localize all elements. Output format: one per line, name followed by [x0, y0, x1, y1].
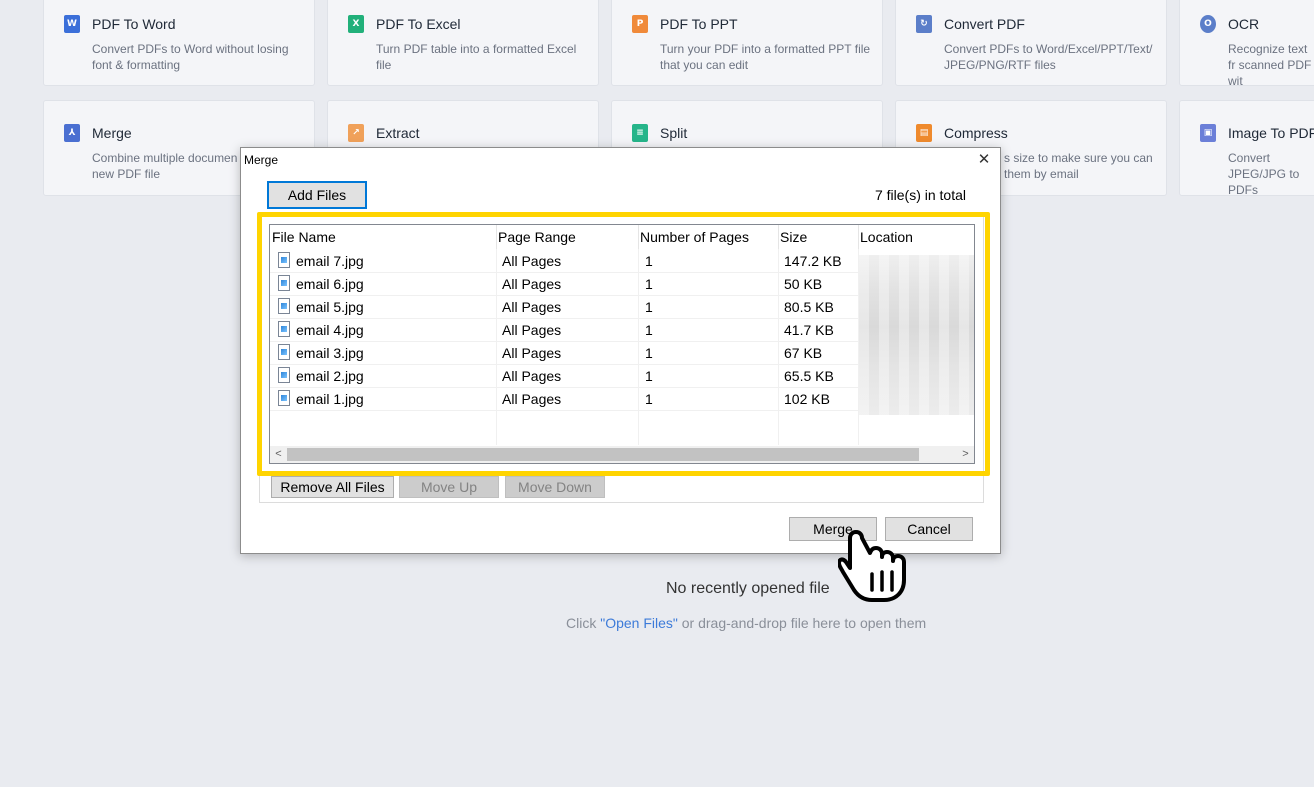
- ppt-icon: P: [632, 15, 648, 33]
- tool-card-ocr[interactable]: O OCR Recognize text fr scanned PDF wit: [1179, 0, 1314, 88]
- tool-title: PDF To Word: [92, 16, 176, 32]
- tool-desc: Turn PDF table into a formatted Excel fi…: [376, 42, 577, 72]
- image-to-pdf-icon: ▣: [1200, 124, 1216, 142]
- highlight-frame: [257, 212, 990, 476]
- word-icon: W: [64, 15, 80, 33]
- merge-icon: ⅄: [64, 124, 80, 142]
- file-count: 7 file(s) in total: [874, 187, 966, 203]
- extract-icon: ↗: [348, 124, 364, 142]
- tool-desc: Turn your PDF into a formatted PPT file …: [660, 42, 871, 72]
- ocr-icon: O: [1200, 15, 1216, 33]
- move-up-button[interactable]: Move Up: [399, 476, 499, 498]
- tool-desc: Combine multiple documen new PDF file: [92, 151, 238, 181]
- tool-title: Extract: [376, 125, 420, 141]
- convert-icon: ↻: [916, 15, 932, 33]
- tool-title: Compress: [944, 125, 1008, 141]
- move-down-button[interactable]: Move Down: [505, 476, 605, 498]
- compress-icon: ▤: [916, 124, 932, 142]
- dialog-title: Merge: [244, 153, 279, 167]
- tool-card-pdf-to-word[interactable]: W PDF To Word Convert PDFs to Word witho…: [43, 0, 315, 86]
- tool-title: Convert PDF: [944, 16, 1025, 32]
- tool-desc: Convert PDFs to Word without losing font…: [92, 42, 289, 72]
- merge-dialog: Merge ✕ Add Files 7 file(s) in total Fil…: [240, 147, 1001, 554]
- excel-icon: X: [348, 15, 364, 33]
- empty-state-hint: Click "Open Files" or drag-and-drop file…: [566, 615, 926, 631]
- empty-state-title: No recently opened file: [666, 580, 830, 597]
- tool-title: PDF To PPT: [660, 16, 738, 32]
- hint-prefix: Click: [566, 615, 601, 631]
- hand-cursor-icon: [838, 530, 906, 602]
- tool-card-convert-pdf[interactable]: ↻ Convert PDF Convert PDFs to Word/Excel…: [895, 0, 1167, 86]
- split-icon: ≡: [632, 124, 648, 142]
- tool-desc: Recognize text fr scanned PDF wit: [1228, 42, 1312, 88]
- tool-card-pdf-to-excel[interactable]: X PDF To Excel Turn PDF table into a for…: [327, 0, 599, 86]
- tool-title: Image To PDF: [1228, 125, 1314, 141]
- remove-all-files-button[interactable]: Remove All Files: [271, 476, 394, 498]
- tool-title: OCR: [1228, 16, 1260, 32]
- close-icon[interactable]: ✕: [976, 152, 992, 168]
- hint-suffix: or drag-and-drop file here to open them: [677, 615, 927, 631]
- tool-title: PDF To Excel: [376, 16, 461, 32]
- open-files-link[interactable]: "Open Files": [600, 615, 678, 631]
- tool-card-image-to-pdf[interactable]: ▣ Image To PDF Convert JPEG/JPG to PDFs: [1179, 100, 1314, 197]
- tool-desc: s size to make sure you can them by emai…: [1004, 151, 1153, 181]
- add-files-button[interactable]: Add Files: [267, 181, 367, 209]
- tool-card-pdf-to-ppt[interactable]: P PDF To PPT Turn your PDF into a format…: [611, 0, 883, 86]
- tool-title: Merge: [92, 125, 132, 141]
- tool-desc: Convert JPEG/JPG to PDFs: [1228, 151, 1300, 197]
- tool-title: Split: [660, 125, 688, 141]
- tool-desc: Convert PDFs to Word/Excel/PPT/Text/ JPE…: [944, 42, 1153, 72]
